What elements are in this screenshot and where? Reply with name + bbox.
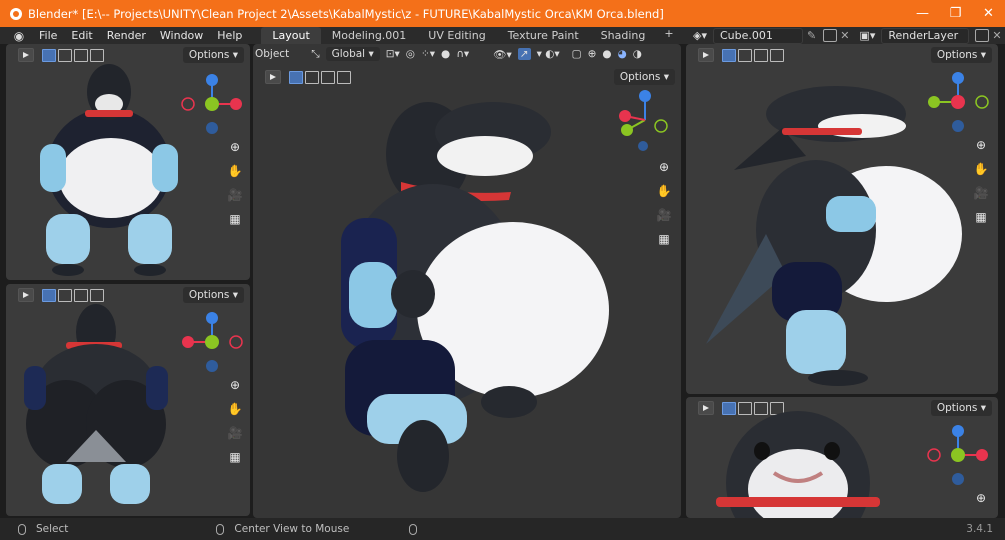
menu-edit[interactable]: Edit: [64, 29, 99, 42]
zoom-icon[interactable]: ⊕: [970, 487, 992, 509]
zoom-icon[interactable]: ⊕: [224, 136, 246, 158]
minimize-button[interactable]: —: [906, 0, 939, 27]
pin-icon[interactable]: ✎: [807, 29, 816, 42]
scene-selector: ◈▾ Cube.001 ✎ ✕ ▣▾ RenderLayer ✕: [693, 27, 1002, 44]
axis-gizmo[interactable]: [613, 88, 677, 152]
camera-icon[interactable]: 🎥: [224, 184, 246, 206]
tab-modeling[interactable]: Modeling.001: [321, 27, 418, 44]
menu-window[interactable]: Window: [153, 29, 210, 42]
menu-file[interactable]: File: [32, 29, 64, 42]
title-bar: Blender* [E:\-- Projects\UNITY\Clean Pro…: [0, 0, 1005, 27]
axis-gizmo[interactable]: [926, 70, 990, 134]
viewport-back[interactable]: Options ▾ ⊕ ✋ 🎥 ▦: [6, 284, 250, 516]
close-scene-icon[interactable]: ✕: [840, 29, 849, 42]
zoom-icon[interactable]: ⊕: [224, 374, 246, 396]
grid-icon[interactable]: ▦: [224, 208, 246, 230]
menu-render[interactable]: Render: [100, 29, 153, 42]
pan-hand-icon[interactable]: ✋: [224, 160, 246, 182]
scene-name-field[interactable]: Cube.001: [712, 27, 803, 44]
window-title: Blender* [E:\-- Projects\UNITY\Clean Pro…: [28, 6, 664, 21]
workspace-tabs: Layout Modeling.001 UV Editing Texture P…: [261, 27, 681, 44]
close-button[interactable]: ✕: [972, 0, 1005, 27]
render-layer-field[interactable]: RenderLayer: [881, 27, 970, 44]
tab-layout[interactable]: Layout: [261, 27, 321, 44]
camera-icon[interactable]: 🎥: [653, 204, 675, 226]
perspective-grid-icon[interactable]: ▦: [653, 228, 675, 250]
scene-icon[interactable]: ◈▾: [693, 29, 707, 42]
viewport-perspective[interactable]: Object ⤡ Global ▾ ⊡▾ ◎ ⁘▾ ● ∩▾ 👁▾ ↗ ▾ ◐▾…: [253, 44, 681, 518]
zoom-icon[interactable]: ⊕: [970, 134, 992, 156]
close-layer-icon[interactable]: ✕: [992, 29, 1001, 42]
viewport-top[interactable]: Options ▾ ⊕: [686, 397, 998, 518]
axis-gizmo[interactable]: [180, 72, 244, 136]
mouse-left-icon: [18, 523, 26, 535]
copy-layer-icon[interactable]: [975, 29, 990, 42]
copy-scene-icon[interactable]: [823, 29, 838, 42]
status-select: Select: [36, 523, 69, 535]
zoom-icon[interactable]: ⊕: [653, 156, 675, 178]
blender-app-icon: [10, 7, 22, 20]
pan-hand-icon[interactable]: ✋: [970, 158, 992, 180]
add-workspace-button[interactable]: +: [656, 27, 681, 44]
viewport-side[interactable]: Options ▾ ⊕ ✋ 🎥 ▦: [686, 44, 998, 394]
axis-gizmo[interactable]: [180, 310, 244, 374]
viewport-front[interactable]: Options ▾ ⊕ ✋ 🎥 ▦: [6, 44, 250, 280]
tab-shading[interactable]: Shading: [590, 27, 657, 44]
tab-texture-paint[interactable]: Texture Paint: [497, 27, 590, 44]
grid-icon[interactable]: ▦: [224, 446, 246, 468]
version-label: 3.4.1: [966, 523, 993, 535]
grid-icon[interactable]: ▦: [970, 206, 992, 228]
mouse-right-icon: [409, 523, 418, 535]
camera-icon[interactable]: 🎥: [224, 422, 246, 444]
view-layer-icon[interactable]: ▣▾: [859, 29, 875, 42]
menu-help[interactable]: Help: [210, 29, 249, 42]
tab-uv-editing[interactable]: UV Editing: [417, 27, 496, 44]
status-bar: Select Center View to Mouse 3.4.1: [0, 518, 1005, 540]
menu-bar: ◉ File Edit Render Window Help Layout Mo…: [0, 27, 1005, 44]
status-center-view: Center View to Mouse: [234, 523, 350, 535]
maximize-button[interactable]: ❐: [939, 0, 972, 27]
blender-logo-icon[interactable]: ◉: [12, 29, 26, 43]
pan-hand-icon[interactable]: ✋: [653, 180, 675, 202]
camera-icon[interactable]: 🎥: [970, 182, 992, 204]
axis-gizmo[interactable]: [926, 423, 990, 487]
mouse-middle-icon: [216, 523, 225, 535]
pan-hand-icon[interactable]: ✋: [224, 398, 246, 420]
